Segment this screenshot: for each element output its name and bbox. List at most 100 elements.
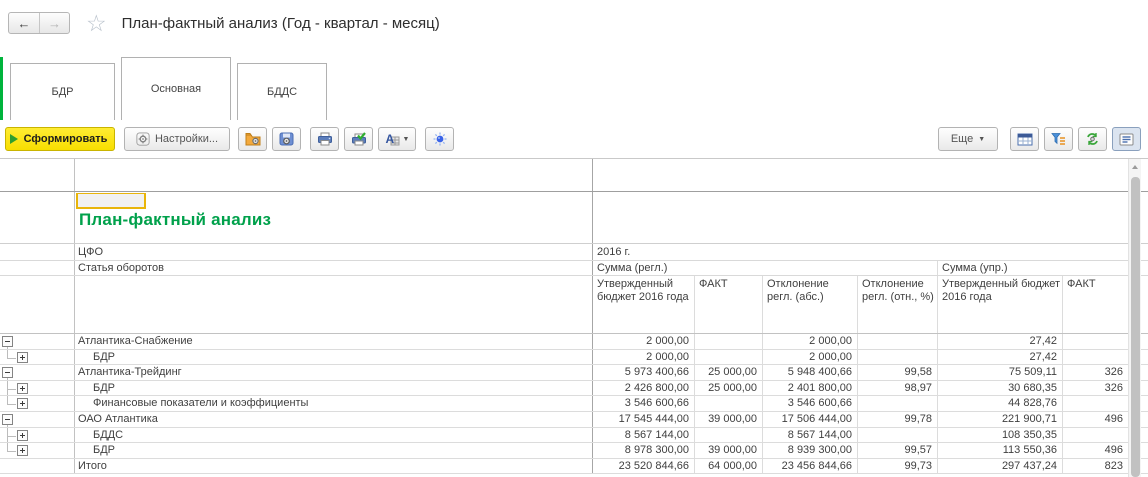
sum-upr-header-cell[interactable]: Сумма (упр.): [938, 261, 1128, 275]
settings-button[interactable]: Настройки...: [124, 127, 230, 151]
load-settings-button[interactable]: [238, 127, 267, 151]
value-cell[interactable]: 2 000,00: [593, 349, 695, 365]
tab-osnovnaya[interactable]: Основная: [121, 57, 231, 120]
value-cell[interactable]: 27,42: [938, 349, 1063, 365]
value-cell[interactable]: 326: [1063, 381, 1128, 396]
value-cell[interactable]: 8 939 300,00: [763, 443, 858, 458]
collapse-toggle-icon[interactable]: [2, 367, 13, 379]
value-cell[interactable]: 75 509,11: [938, 365, 1063, 380]
value-cell[interactable]: [1063, 428, 1128, 443]
year-header-cell[interactable]: 2016 г.: [593, 244, 1128, 260]
expand-toggle-icon[interactable]: [17, 445, 28, 457]
font-button[interactable]: A ▼: [378, 127, 416, 151]
structure-button[interactable]: [1044, 127, 1073, 151]
generate-button[interactable]: Сформировать: [5, 127, 115, 151]
column-header[interactable]: ФАКТ: [1063, 276, 1128, 333]
expand-toggle-icon[interactable]: [17, 398, 28, 410]
value-cell[interactable]: 17 545 444,00: [593, 411, 695, 427]
tab-bdds[interactable]: БДДС: [237, 63, 327, 120]
column-header[interactable]: Отклонение регл. (отн., %): [858, 276, 938, 333]
value-cell[interactable]: 8 978 300,00: [593, 443, 695, 458]
value-cell[interactable]: 99,57: [858, 443, 938, 458]
value-cell[interactable]: 2 401 800,00: [763, 380, 858, 396]
value-cell[interactable]: 39 000,00: [695, 443, 763, 458]
value-cell[interactable]: 98,97: [858, 380, 938, 396]
refresh-button[interactable]: [1078, 127, 1107, 151]
row-label-cell[interactable]: БДР: [75, 443, 593, 458]
sum-regl-header-cell[interactable]: Сумма (регл.): [593, 261, 938, 275]
row-label-cell[interactable]: БДДС: [75, 427, 593, 443]
value-cell[interactable]: 8 567 144,00: [763, 427, 858, 443]
more-button[interactable]: Еще ▼: [938, 127, 998, 151]
row-label-cell[interactable]: Итого: [75, 458, 593, 474]
value-cell[interactable]: 297 437,24: [938, 458, 1063, 474]
value-cell[interactable]: 17 506 444,00: [763, 411, 858, 427]
table-settings-button[interactable]: [1010, 127, 1039, 151]
scrollbar-thumb[interactable]: [1131, 177, 1140, 477]
cfo-header-cell[interactable]: ЦФО: [75, 244, 593, 260]
value-cell[interactable]: 5 948 400,66: [763, 365, 858, 380]
value-cell[interactable]: [695, 427, 763, 443]
row-label-cell[interactable]: Финансовые показатели и коэффициенты: [75, 396, 593, 411]
article-header-cell[interactable]: Статья оборотов: [75, 261, 593, 275]
expand-toggle-icon[interactable]: [17, 351, 28, 363]
back-button[interactable]: ←: [9, 13, 39, 33]
value-cell[interactable]: 25 000,00: [695, 365, 763, 380]
value-cell[interactable]: 326: [1063, 365, 1128, 380]
tab-bdr[interactable]: БДР: [10, 63, 115, 120]
value-cell[interactable]: 2 426 800,00: [593, 380, 695, 396]
value-cell[interactable]: [1063, 350, 1128, 365]
scroll-up-icon[interactable]: [1132, 165, 1138, 169]
print-button[interactable]: [310, 127, 339, 151]
value-cell[interactable]: [1063, 396, 1128, 411]
value-cell[interactable]: [858, 334, 938, 349]
panel-toggle-button[interactable]: [1112, 127, 1141, 151]
value-cell[interactable]: 5 973 400,66: [593, 365, 695, 380]
value-cell[interactable]: [858, 349, 938, 365]
expand-toggle-icon[interactable]: [17, 429, 28, 441]
value-cell[interactable]: 27,42: [938, 334, 1063, 349]
value-cell[interactable]: 23 456 844,66: [763, 458, 858, 474]
value-cell[interactable]: 3 546 600,66: [763, 396, 858, 411]
save-settings-button[interactable]: [272, 127, 301, 151]
value-cell[interactable]: [695, 334, 763, 349]
row-label-cell[interactable]: Атлантика-Снабжение: [75, 334, 593, 349]
vertical-scrollbar[interactable]: [1128, 159, 1141, 477]
value-cell[interactable]: 2 000,00: [763, 334, 858, 349]
value-cell[interactable]: 99,73: [858, 458, 938, 474]
value-cell[interactable]: [695, 349, 763, 365]
value-cell[interactable]: 23 520 844,66: [593, 458, 695, 474]
value-cell[interactable]: 25 000,00: [695, 380, 763, 396]
value-cell[interactable]: 496: [1063, 443, 1128, 458]
print-preview-button[interactable]: [344, 127, 373, 151]
value-cell[interactable]: 99,78: [858, 411, 938, 427]
expand-toggle-icon[interactable]: [17, 382, 28, 394]
value-cell[interactable]: 221 900,71: [938, 411, 1063, 427]
value-cell[interactable]: 30 680,35: [938, 380, 1063, 396]
value-cell[interactable]: 64 000,00: [695, 458, 763, 474]
value-cell[interactable]: 113 550,36: [938, 443, 1063, 458]
value-cell[interactable]: 39 000,00: [695, 411, 763, 427]
value-cell[interactable]: 2 000,00: [763, 349, 858, 365]
value-cell[interactable]: 496: [1063, 412, 1128, 427]
highlight-button[interactable]: [425, 127, 454, 151]
value-cell[interactable]: 44 828,76: [938, 396, 1063, 411]
collapse-toggle-icon[interactable]: [2, 413, 13, 425]
value-cell[interactable]: [1063, 334, 1128, 349]
value-cell[interactable]: 99,58: [858, 365, 938, 380]
row-label-cell[interactable]: ОАО Атлантика: [75, 411, 593, 427]
column-header[interactable]: Отклонение регл. (абс.): [763, 276, 858, 333]
forward-button[interactable]: →: [39, 13, 69, 33]
row-label-cell[interactable]: БДР: [75, 380, 593, 396]
value-cell[interactable]: 3 546 600,66: [593, 396, 695, 411]
value-cell[interactable]: 8 567 144,00: [593, 427, 695, 443]
selected-cell[interactable]: [76, 193, 146, 209]
value-cell[interactable]: 2 000,00: [593, 334, 695, 349]
column-header[interactable]: Утвержденный бюджет 2016 года: [593, 276, 695, 333]
row-label-cell[interactable]: Атлантика-Трейдинг: [75, 365, 593, 380]
value-cell[interactable]: [858, 396, 938, 411]
column-header[interactable]: ФАКТ: [695, 276, 763, 333]
column-header[interactable]: Утвержденный бюджет 2016 года: [938, 276, 1063, 333]
collapse-toggle-icon[interactable]: [2, 336, 13, 347]
value-cell[interactable]: [695, 396, 763, 411]
